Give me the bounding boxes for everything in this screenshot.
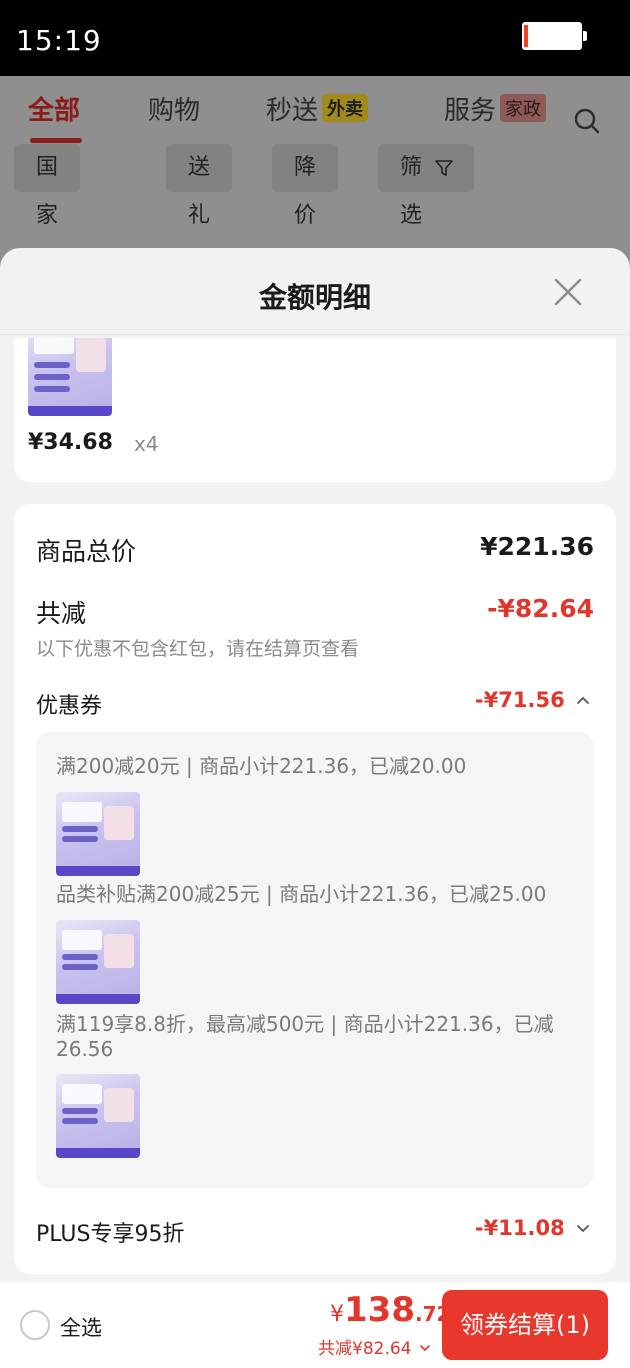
discount-value: -¥82.64: [487, 594, 594, 623]
tab-shopping[interactable]: 购物: [148, 90, 200, 127]
coupon-line: 满200减20元 | 商品小计221.36，已减20.00: [56, 754, 467, 778]
chip-price-drop[interactable]: 降价: [272, 144, 339, 228]
status-time: 15:19: [16, 24, 102, 57]
coupon-label: 优惠券: [36, 694, 103, 719]
coupon-product-image: [56, 920, 140, 1004]
discount-note: 以下优惠不包含红包，请在结算页查看: [36, 638, 360, 660]
chip-gift[interactable]: 送礼: [166, 144, 233, 228]
product-card: ¥34.68 x4: [14, 338, 616, 482]
header-divider: [0, 334, 630, 335]
price-detail-card: 商品总价 ¥221.36 共减 -¥82.64 以下优惠不包含红包，请在结算页查…: [14, 504, 616, 1274]
checkout-bar: 全选 ¥138.72 共减¥82.64 领券结算(1): [0, 1282, 630, 1368]
total-discount-toggle[interactable]: 共减¥82.64: [318, 1334, 431, 1359]
amount-detail-sheet: 金额明细 ¥34.68 x4 商品总价 ¥221.36 共减 -¥82.64 以…: [0, 248, 630, 1368]
status-bar: 15:19: [0, 0, 630, 76]
plus-discount-label: PLUS专享95折: [36, 1222, 185, 1247]
takeaway-badge: 外卖: [322, 94, 369, 122]
chevron-up-icon: [577, 696, 589, 704]
chevron-down-icon: [420, 1345, 430, 1352]
chip-filter[interactable]: 筛选: [378, 144, 475, 228]
filter-icon: [435, 160, 453, 176]
chevron-down-icon: [577, 1225, 589, 1233]
select-all-checkbox[interactable]: [20, 1310, 50, 1340]
housekeeping-badge: 家政: [500, 94, 547, 122]
coupon-details: 满200减20元 | 商品小计221.36，已减20.00 品类补贴满200减2…: [36, 732, 594, 1188]
product-price: ¥34.68: [28, 430, 113, 455]
coupon-toggle[interactable]: -¥71.56: [475, 688, 590, 712]
chip-national-subsidy[interactable]: 国家补贴: [14, 144, 81, 324]
coupon-line: 满119享8.8折，最高减500元 | 商品小计221.36，已减26.56: [56, 1012, 554, 1061]
tab-instant[interactable]: 秒送 外卖: [266, 90, 369, 127]
sheet-title: 金额明细: [258, 281, 371, 314]
product-image: [28, 338, 112, 416]
plus-discount-value: -¥11.08: [474, 1216, 565, 1240]
search-icon[interactable]: [574, 108, 600, 134]
total-discount: 共减¥82.64: [318, 1339, 412, 1359]
product-quantity: x4: [134, 432, 159, 456]
total-price-label: 商品总价: [36, 537, 137, 566]
discount-label: 共减: [36, 599, 87, 628]
coupon-line: 品类补贴满200减25元 | 商品小计221.36，已减25.00: [56, 882, 547, 906]
total-price: ¥138.72: [330, 1290, 451, 1330]
total-price-value: ¥221.36: [480, 532, 594, 561]
tab-underline: [30, 138, 82, 143]
battery-icon: [522, 22, 587, 50]
coupon-product-image: [56, 1074, 140, 1158]
tab-all[interactable]: 全部: [28, 90, 80, 127]
checkout-button[interactable]: 领券结算(1): [442, 1290, 608, 1360]
select-all-label[interactable]: 全选: [60, 1312, 102, 1342]
coupon-value: -¥71.56: [474, 688, 565, 712]
top-tabs: 全部 购物 秒送 外卖 服务 家政: [0, 90, 630, 143]
tab-services[interactable]: 服务 家政: [444, 90, 547, 127]
close-icon[interactable]: [552, 276, 584, 308]
coupon-product-image: [56, 792, 140, 876]
plus-discount-toggle[interactable]: -¥11.08: [475, 1216, 590, 1240]
